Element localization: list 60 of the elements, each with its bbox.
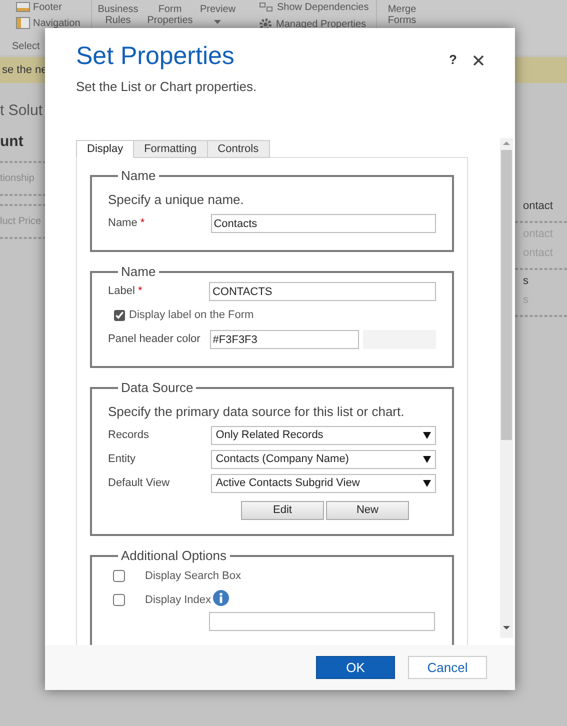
dependencies-icon bbox=[259, 2, 273, 12]
ribbon-button[interactable]: Navigation bbox=[33, 18, 80, 28]
checkbox[interactable] bbox=[114, 310, 125, 321]
description-text: Specify the primary data source for this list or chart. bbox=[108, 402, 404, 421]
dropdown-caret-icon bbox=[423, 456, 431, 462]
section-legend: Additional Options bbox=[118, 548, 230, 564]
ribbon-button[interactable]: Merge Forms bbox=[380, 4, 424, 26]
description-text: Specify a unique name. bbox=[108, 191, 244, 209]
navigation-icon bbox=[16, 17, 30, 29]
checkbox-label: Display Search Box bbox=[145, 568, 241, 584]
ribbon-button[interactable]: Managed Properties bbox=[276, 19, 366, 30]
required-mark: * bbox=[140, 217, 145, 230]
ribbon-button[interactable]: Preview bbox=[200, 4, 236, 15]
tab[interactable]: Formatting bbox=[133, 140, 208, 158]
info-icon bbox=[213, 590, 230, 606]
ribbon-button[interactable]: Business Rules bbox=[96, 4, 140, 26]
checkbox-label: Display Index bbox=[145, 592, 212, 608]
field-label: Label bbox=[108, 285, 135, 298]
field-label: ontact bbox=[522, 199, 553, 214]
close-button[interactable] bbox=[473, 55, 484, 66]
field-label: tionship bbox=[0, 172, 34, 186]
field-label: s bbox=[522, 274, 528, 288]
field-label: Panel header color bbox=[108, 333, 200, 346]
gear-icon bbox=[259, 18, 272, 31]
section-legend: Name bbox=[118, 264, 159, 280]
required-mark: * bbox=[138, 285, 142, 298]
dropdown[interactable]: Active Contacts Subgrid View bbox=[210, 474, 436, 492]
checkbox[interactable] bbox=[113, 570, 125, 582]
field-label: luct Price bbox=[0, 215, 42, 229]
field-label: Default View bbox=[108, 476, 170, 489]
caret-icon bbox=[214, 20, 222, 24]
checkbox-label: Display label on the Form bbox=[129, 308, 254, 324]
ribbon-button[interactable]: Show Dependencies bbox=[277, 2, 369, 12]
close-icon bbox=[473, 55, 484, 66]
footer-icon bbox=[16, 2, 30, 12]
input-field[interactable]: Contacts bbox=[210, 214, 436, 233]
checkbox[interactable] bbox=[113, 594, 125, 606]
field-label: Records bbox=[108, 428, 149, 441]
entity-name: unt bbox=[0, 132, 24, 152]
dropdown[interactable]: Contacts (Company Name) bbox=[210, 450, 436, 468]
field-label: Entity bbox=[108, 452, 136, 465]
section-legend: Name bbox=[118, 168, 159, 184]
input-field[interactable]: #F3F3F3 bbox=[210, 330, 359, 349]
ribbon-group-label: Select bbox=[12, 41, 40, 52]
ribbon-button[interactable]: Form Properties bbox=[146, 4, 194, 26]
input-field[interactable]: CONTACTS bbox=[209, 282, 436, 301]
dialog-button[interactable]: OK bbox=[316, 656, 395, 679]
dropdown[interactable]: Only Related Records bbox=[210, 426, 436, 444]
dialog-action-button[interactable]: New bbox=[326, 501, 409, 520]
dropdown-caret-icon bbox=[423, 432, 431, 438]
ribbon-button[interactable]: Footer bbox=[33, 2, 62, 12]
page-title: t Solut bbox=[0, 101, 43, 121]
tab[interactable]: Display bbox=[76, 140, 134, 158]
dialog-button[interactable]: Cancel bbox=[408, 656, 487, 679]
section-legend: Data Source bbox=[118, 380, 196, 396]
tab[interactable]: Controls bbox=[206, 140, 270, 158]
input-field[interactable] bbox=[209, 612, 435, 631]
field-label: Name bbox=[108, 217, 138, 230]
dialog-action-button[interactable]: Edit bbox=[241, 501, 324, 520]
dropdown-caret-icon bbox=[423, 480, 431, 486]
